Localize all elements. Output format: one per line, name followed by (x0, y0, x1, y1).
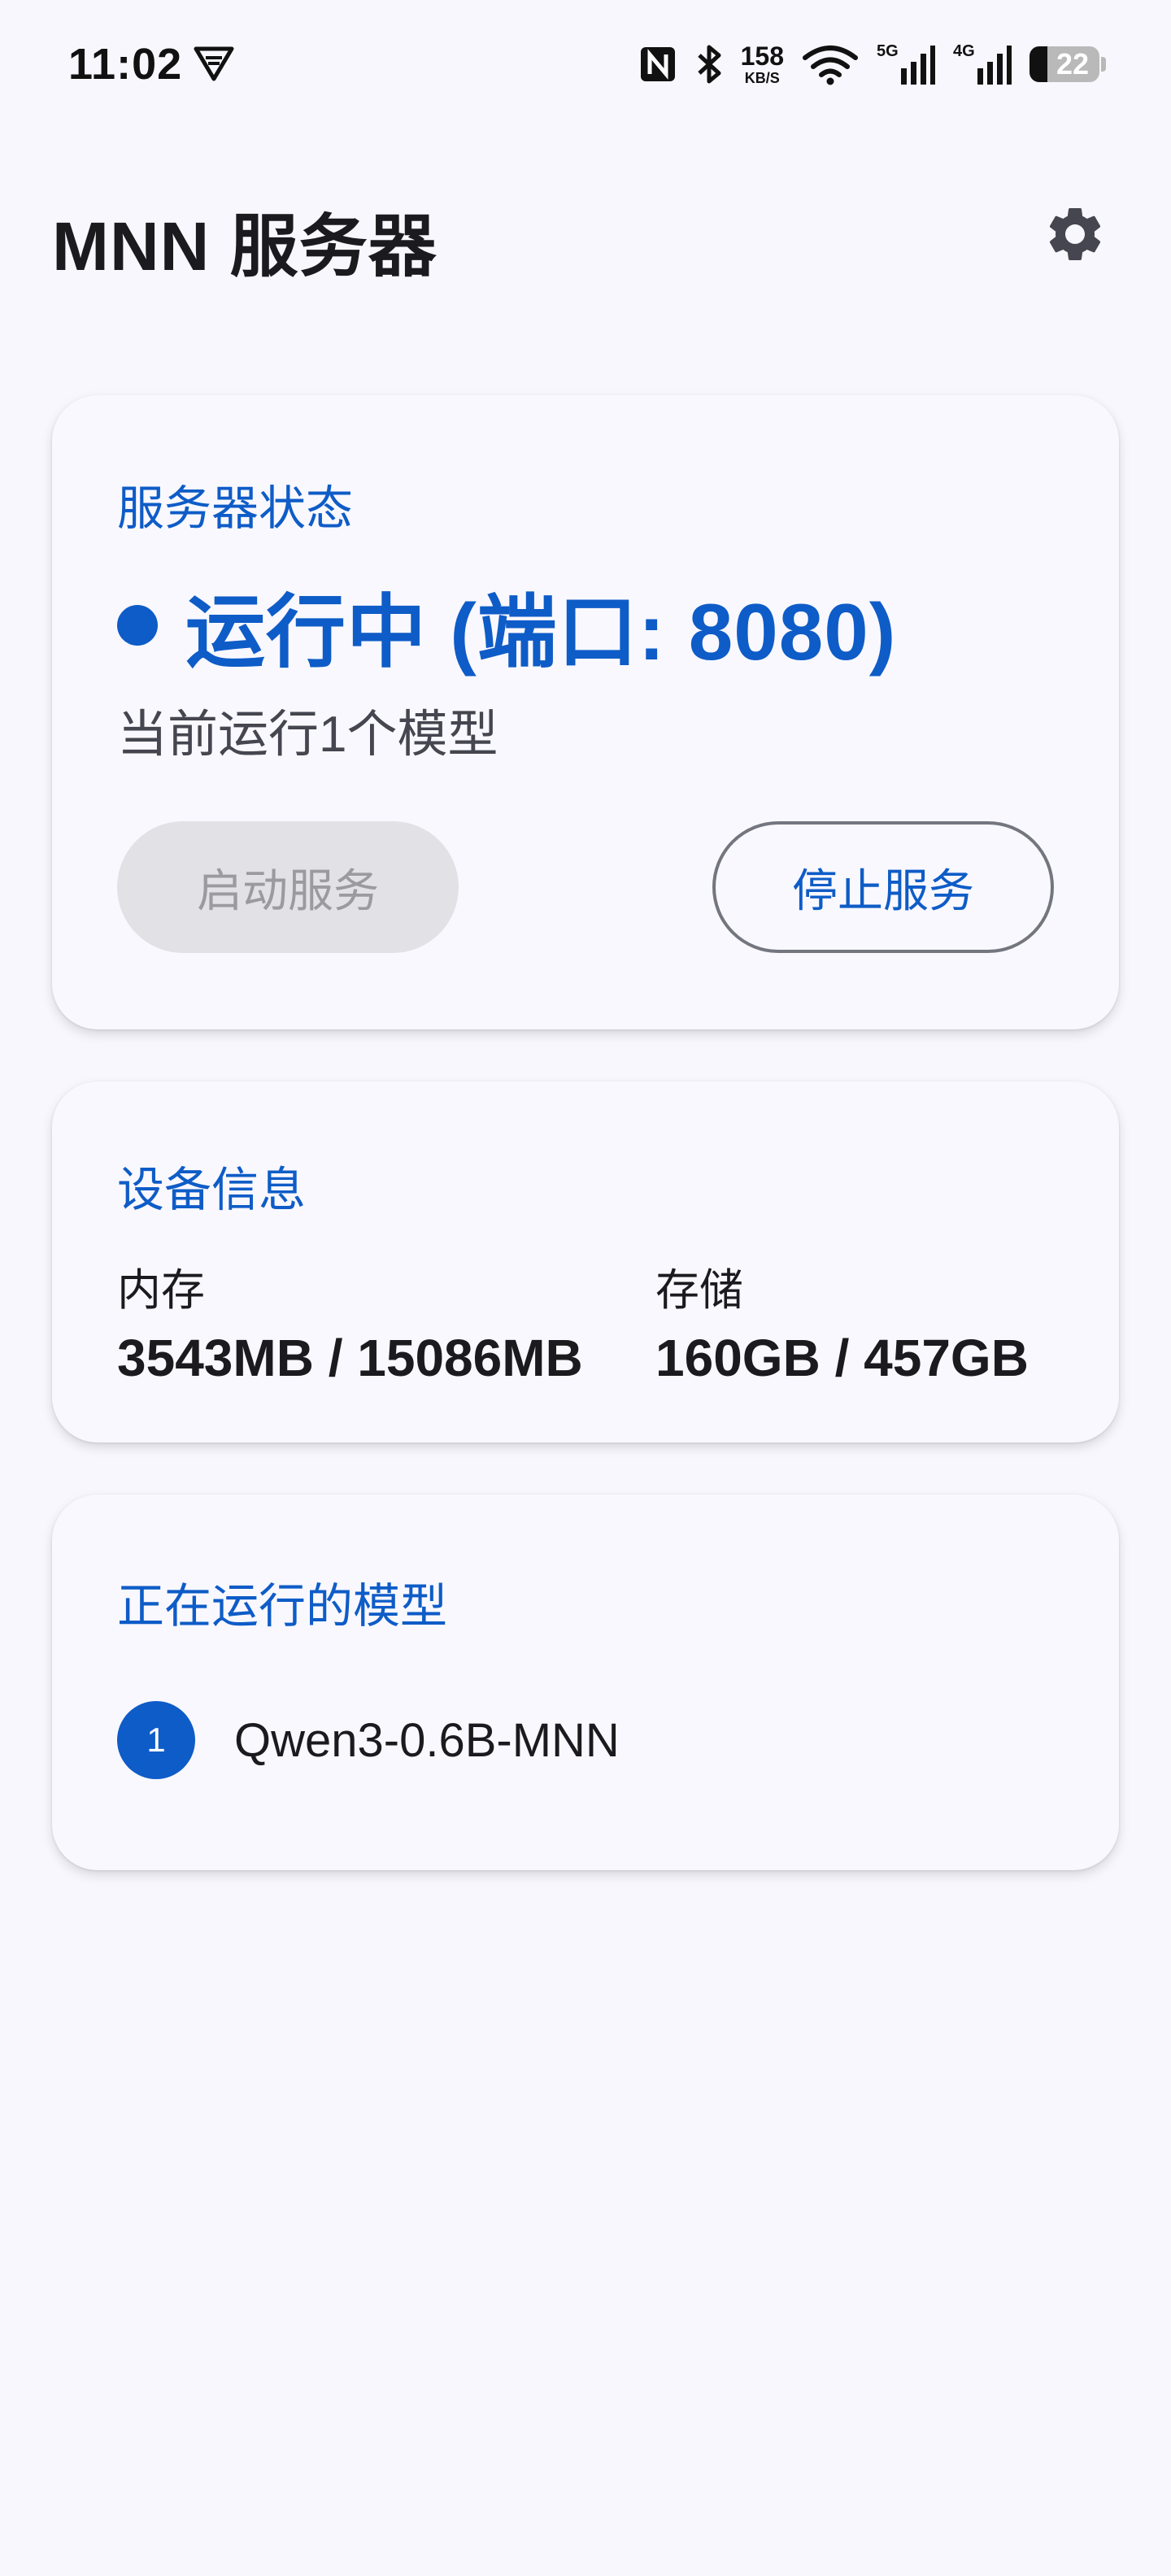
battery-icon: 22 (1030, 46, 1099, 82)
running-models-title: 正在运行的模型 (117, 1580, 448, 1633)
status-time: 11:02 (68, 40, 183, 89)
status-indicator-dot (117, 605, 158, 646)
signal-icon-2: 4G (953, 42, 1012, 86)
model-name: Qwen3-0.6B-MNN (234, 1713, 620, 1767)
server-status-line: 运行中 (端口: 8080) (117, 568, 896, 683)
storage-value: 160GB / 457GB (655, 1329, 1029, 1387)
bluetooth-icon (697, 45, 721, 84)
server-status-text: 运行中 (端口: 8080) (185, 587, 897, 677)
memory-label: 内存 (117, 1266, 205, 1315)
memory-value: 3543MB / 15086MB (117, 1329, 583, 1387)
running-models-count: 当前运行1个模型 (117, 707, 498, 763)
nfc-icon (640, 47, 675, 81)
status-bar: 11:02 158 KB/S 5G 4G 22 (0, 0, 1171, 130)
battery-level: 22 (1056, 47, 1090, 80)
model-index-badge: 1 (117, 1701, 195, 1779)
wifi-icon (803, 46, 858, 85)
server-status-title: 服务器状态 (117, 482, 354, 535)
device-info-title: 设备信息 (117, 1164, 307, 1216)
storage-label: 存储 (655, 1266, 743, 1315)
signal-icon: 5G (877, 42, 935, 86)
network-speed-unit: KB/S (744, 70, 780, 86)
status-icons: 158 KB/S 5G 4G 22 (638, 39, 1106, 89)
network-speed: 158 KB/S (741, 43, 784, 85)
start-service-button[interactable]: 启动服务 (117, 821, 459, 953)
battery-tip (1101, 57, 1106, 72)
page-title: MNN 服务器 (52, 208, 437, 285)
settings-button[interactable] (1039, 198, 1111, 270)
gear-icon (1049, 207, 1101, 260)
list-item[interactable]: 1 Qwen3-0.6B-MNN (117, 1701, 620, 1779)
memory-info: 内存 3543MB / 15086MB (117, 1254, 583, 1388)
vpn-icon (194, 46, 234, 81)
device-info-card: 设备信息 内存 3543MB / 15086MB 存储 160GB / 457G… (52, 1081, 1119, 1442)
running-models-card: 正在运行的模型 1 Qwen3-0.6B-MNN (52, 1495, 1119, 1870)
stop-service-button[interactable]: 停止服务 (712, 821, 1054, 953)
server-status-card: 服务器状态 运行中 (端口: 8080) 当前运行1个模型 启动服务 停止服务 (52, 395, 1119, 1029)
storage-info: 存储 160GB / 457GB (655, 1254, 1029, 1388)
network-speed-value: 158 (740, 41, 784, 71)
app-screen: 11:02 158 KB/S 5G 4G 22 MNN 服务器 服务器状态 运行… (0, 0, 1171, 2576)
